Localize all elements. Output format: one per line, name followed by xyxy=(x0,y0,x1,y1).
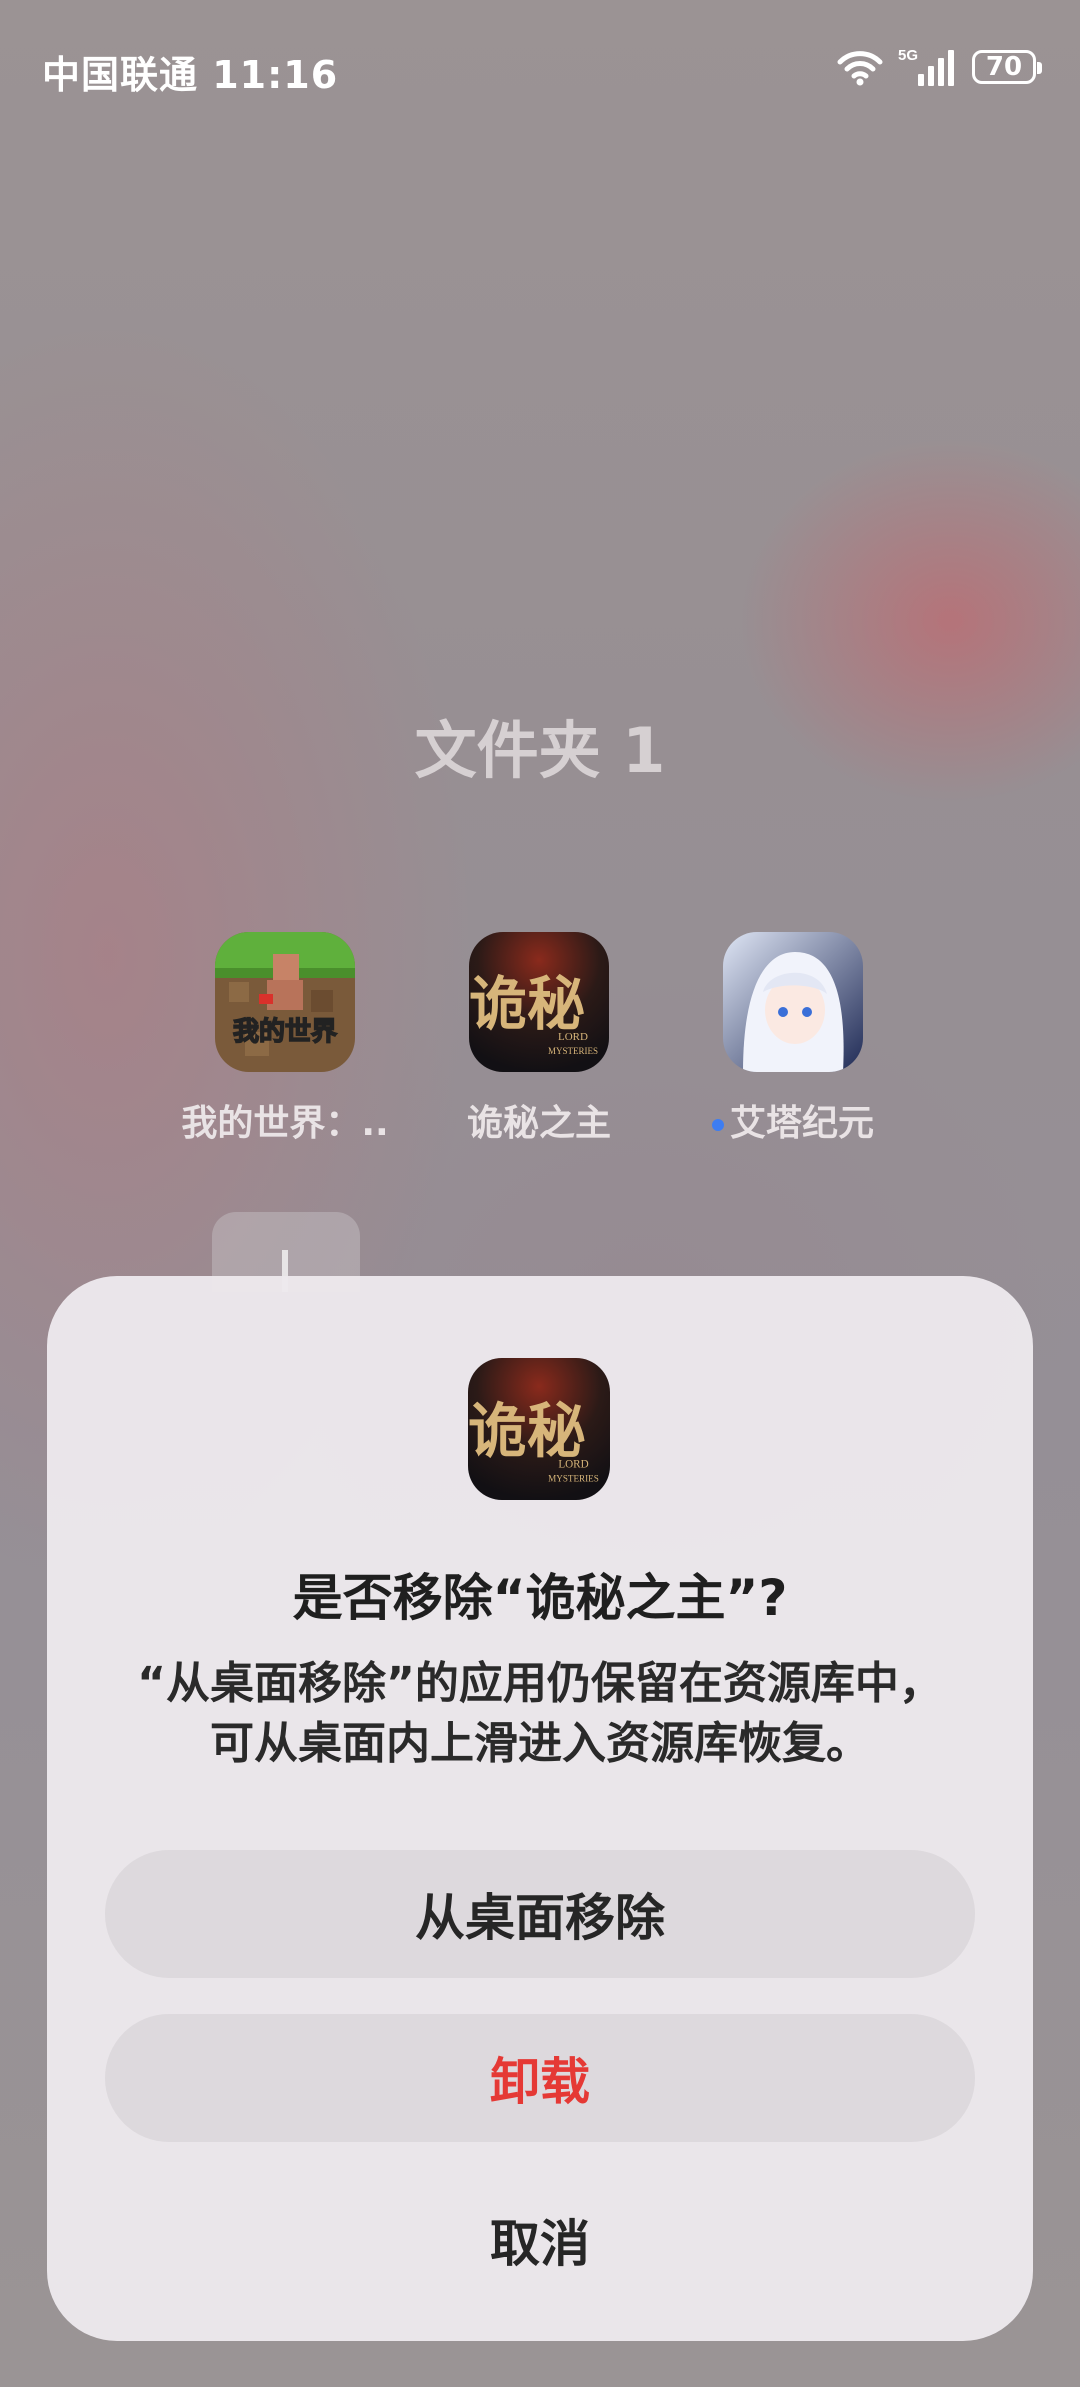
app-minecraft[interactable]: 我的世界 我的世界：.. xyxy=(180,932,390,1146)
remove-from-home-button[interactable]: 从桌面移除 xyxy=(105,1850,975,1978)
battery-indicator: 70 xyxy=(972,50,1042,84)
app-label-row: 艾塔纪元 xyxy=(688,1094,898,1146)
svg-text:诡秘: 诡秘 xyxy=(468,1396,586,1465)
dialog-message-line: “从桌面移除”的应用仍保留在资源库中， xyxy=(137,1658,943,1709)
svg-text:MYSTERIES: MYSTERIES xyxy=(548,1474,599,1484)
status-icons: 5G 70 xyxy=(836,46,1042,88)
cancel-button[interactable]: 取消 xyxy=(105,2176,975,2304)
battery-level: 70 xyxy=(985,52,1023,82)
uninstall-button[interactable]: 卸载 xyxy=(105,2014,975,2142)
lord-of-mysteries-icon: 诡秘 LORD MYSTERIES xyxy=(469,932,609,1072)
svg-text:MYSTERIES: MYSTERIES xyxy=(548,1046,598,1056)
new-badge-dot xyxy=(711,1119,724,1131)
dialog-message: “从桌面移除”的应用仍保留在资源库中， 可从桌面内上滑进入资源库恢复。 xyxy=(87,1654,993,1774)
svg-text:诡秘: 诡秘 xyxy=(469,970,585,1038)
app-label: 艾塔纪元 xyxy=(729,1103,874,1144)
wifi-icon xyxy=(837,51,883,86)
folder-title: 文件夹 1 xyxy=(414,714,666,787)
lord-of-mysteries-icon: 诡秘 LORD MYSTERIES xyxy=(468,1358,610,1500)
status-bar: 中国联通 11:16 5G 70 xyxy=(0,0,1080,140)
app-label: 诡秘之主 xyxy=(466,1103,611,1144)
app-lord-of-mysteries[interactable]: 诡秘 LORD MYSTERIES 诡秘之主 xyxy=(434,932,644,1146)
dialog-message-line: 可从桌面内上滑进入资源库恢复。 xyxy=(210,1718,870,1769)
svg-text:LORD: LORD xyxy=(558,1031,588,1043)
minecraft-icon: 我的世界 xyxy=(215,932,355,1072)
cellular-signal-icon: 5G xyxy=(898,47,954,86)
network-type-label: 5G xyxy=(898,47,918,64)
svg-text:我的世界: 我的世界 xyxy=(233,1016,337,1047)
svg-text:LORD: LORD xyxy=(558,1459,588,1471)
folder-app-grid: 我的世界 我的世界：.. 诡秘 LORD MYSTERIES 诡秘之主 艾塔纪元 xyxy=(0,932,1080,1152)
app-label: 我的世界：.. xyxy=(181,1103,389,1144)
aita-era-icon xyxy=(723,932,863,1072)
dialog-title: 是否移除“诡秘之主”? xyxy=(292,1569,788,1627)
remove-app-dialog: 诡秘 LORD MYSTERIES 是否移除“诡秘之主”? “从桌面移除”的应用… xyxy=(47,1276,1033,2341)
app-aita-era[interactable]: 艾塔纪元 xyxy=(688,932,898,1146)
carrier-time: 中国联通 11:16 xyxy=(42,53,339,97)
